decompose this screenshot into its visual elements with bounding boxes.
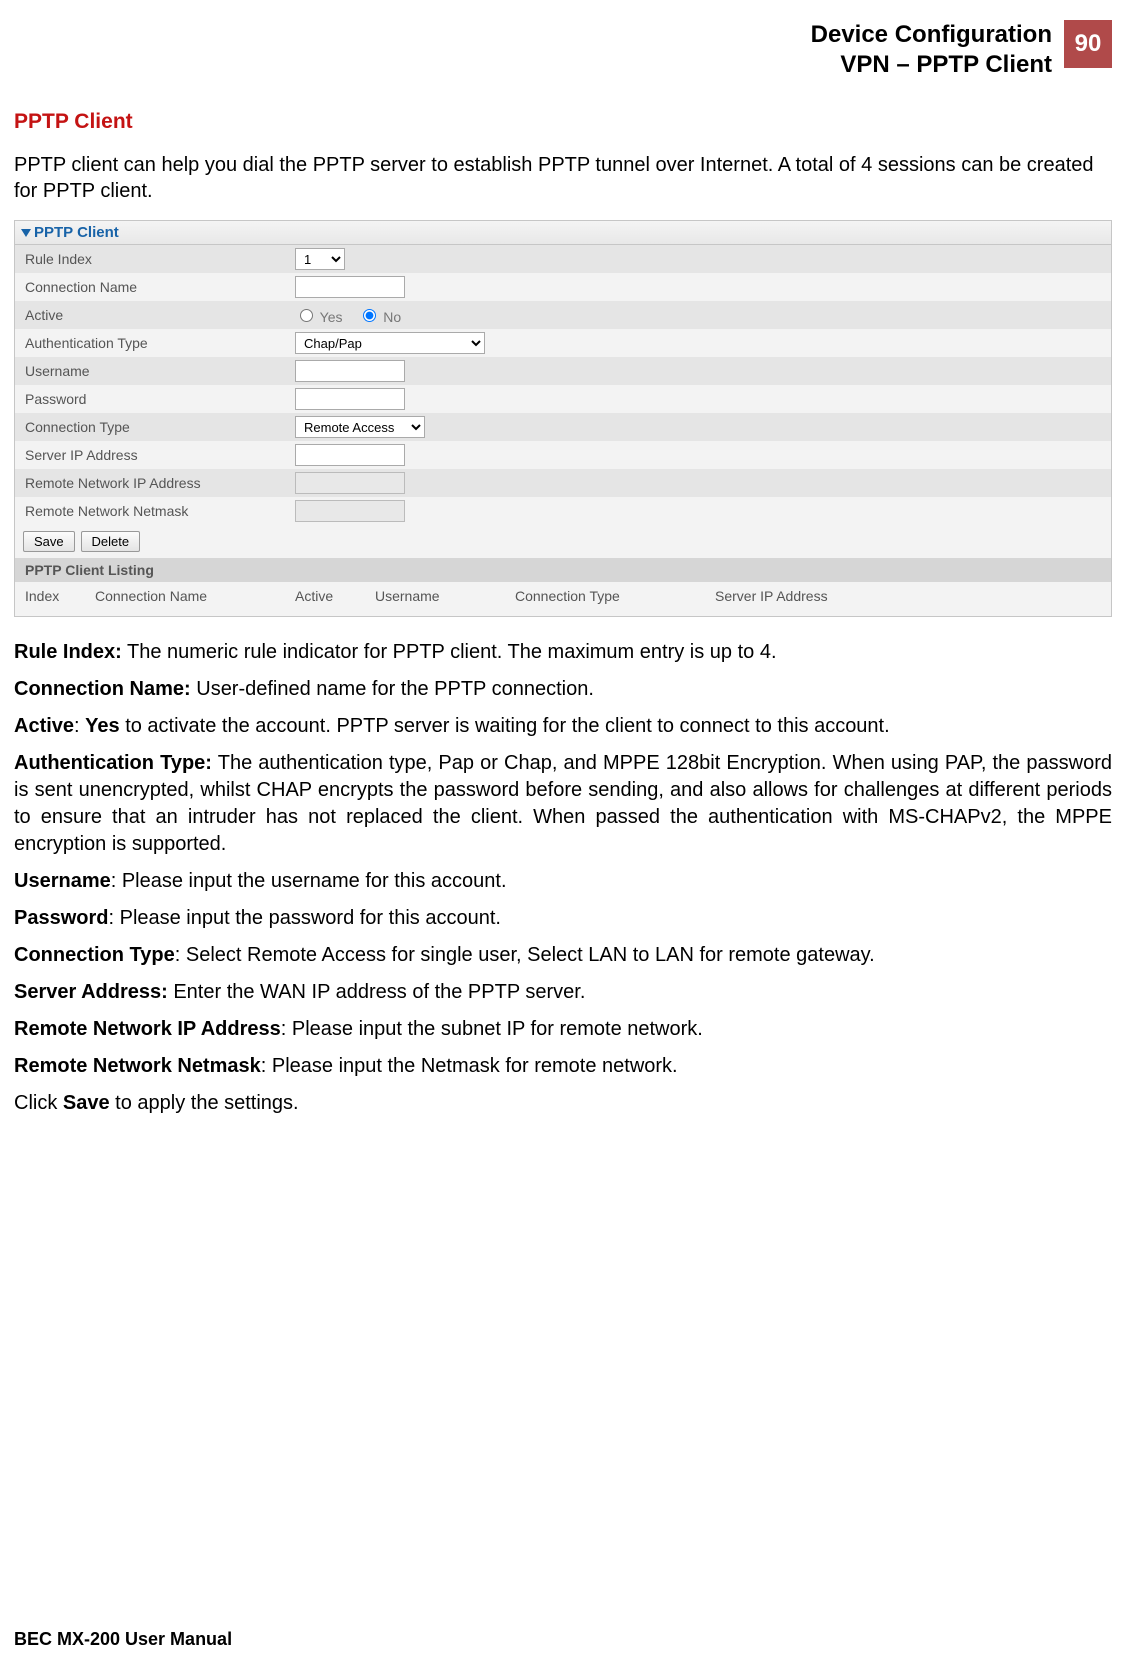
def-rule-index-label: Rule Index: <box>14 641 122 663</box>
row-remote-ip: Remote Network IP Address <box>15 469 1111 497</box>
active-yes-label: Yes <box>320 309 343 325</box>
delete-button[interactable]: Delete <box>81 531 141 552</box>
row-username: Username <box>15 357 1111 385</box>
button-row: Save Delete <box>15 525 1111 558</box>
col-server-ip: Server IP Address <box>715 588 1101 604</box>
active-no-radio[interactable] <box>363 309 376 322</box>
col-conn-name: Connection Name <box>95 588 295 604</box>
def-active-yes: Yes <box>85 715 119 737</box>
def-save-pre: Click <box>14 1092 63 1114</box>
def-pass-text: : Please input the password for this acc… <box>108 907 500 929</box>
label-rule-index: Rule Index <box>25 251 295 267</box>
connection-type-select[interactable]: Remote Access <box>295 416 425 438</box>
listing-columns: Index Connection Name Active Username Co… <box>15 582 1111 616</box>
username-input[interactable] <box>295 360 405 382</box>
def-conn-name-text: User-defined name for the PPTP connectio… <box>191 678 594 700</box>
def-save-b: Save <box>63 1092 110 1114</box>
row-active: Active Yes No <box>15 301 1111 329</box>
def-srv-label: Server Address: <box>14 981 168 1003</box>
def-conn-name-label: Connection Name: <box>14 678 191 700</box>
chevron-down-icon <box>21 229 31 237</box>
label-remote-ip: Remote Network IP Address <box>25 475 295 491</box>
panel-title-bar[interactable]: PPTP Client <box>15 221 1111 245</box>
active-no-label: No <box>383 309 401 325</box>
password-input[interactable] <box>295 388 405 410</box>
def-rmask-label: Remote Network Netmask <box>14 1055 261 1077</box>
col-active: Active <box>295 588 375 604</box>
def-active-label: Active <box>14 715 74 737</box>
def-rip-label: Remote Network IP Address <box>14 1018 281 1040</box>
def-ctype-text: : Select Remote Access for single user, … <box>175 944 875 966</box>
def-user-text: : Please input the username for this acc… <box>111 870 507 892</box>
label-server-ip: Server IP Address <box>25 447 295 463</box>
row-password: Password <box>15 385 1111 413</box>
col-username: Username <box>375 588 515 604</box>
listing-title: PPTP Client Listing <box>15 558 1111 582</box>
intro-text: PPTP client can help you dial the PPTP s… <box>14 152 1112 204</box>
def-ctype-label: Connection Type <box>14 944 175 966</box>
label-auth-type: Authentication Type <box>25 335 295 351</box>
def-rmask-text: : Please input the Netmask for remote ne… <box>261 1055 678 1077</box>
label-remote-mask: Remote Network Netmask <box>25 503 295 519</box>
header-line2: VPN – PPTP Client <box>811 50 1052 80</box>
panel-title: PPTP Client <box>34 224 119 241</box>
def-auth-label: Authentication Type: <box>14 752 212 774</box>
def-rip-text: : Please input the subnet IP for remote … <box>281 1018 703 1040</box>
def-rule-index-text: The numeric rule indicator for PPTP clie… <box>122 641 777 663</box>
col-conn-type: Connection Type <box>515 588 715 604</box>
def-save-post: to apply the settings. <box>110 1092 299 1114</box>
header-line1: Device Configuration <box>811 20 1052 50</box>
connection-name-input[interactable] <box>295 276 405 298</box>
remote-ip-input[interactable] <box>295 472 405 494</box>
def-srv-text: Enter the WAN IP address of the PPTP ser… <box>168 981 586 1003</box>
footer-text: BEC MX-200 User Manual <box>14 1629 232 1650</box>
row-server-ip: Server IP Address <box>15 441 1111 469</box>
row-rule-index: Rule Index 1 <box>15 245 1111 273</box>
section-title: PPTP Client <box>14 110 1112 134</box>
save-button[interactable]: Save <box>23 531 75 552</box>
page-header: Device Configuration VPN – PPTP Client 9… <box>14 20 1112 80</box>
label-password: Password <box>25 391 295 407</box>
def-pass-label: Password <box>14 907 108 929</box>
rule-index-select[interactable]: 1 <box>295 248 345 270</box>
definitions-block: Rule Index: The numeric rule indicator f… <box>14 639 1112 1117</box>
def-active-text: to activate the account. PPTP server is … <box>120 715 890 737</box>
col-index: Index <box>25 588 95 604</box>
def-user-label: Username <box>14 870 111 892</box>
label-connection-name: Connection Name <box>25 279 295 295</box>
remote-mask-input[interactable] <box>295 500 405 522</box>
active-yes-radio[interactable] <box>300 309 313 322</box>
auth-type-select[interactable]: Chap/Pap <box>295 332 485 354</box>
def-active-sep: : <box>74 715 85 737</box>
label-username: Username <box>25 363 295 379</box>
label-active: Active <box>25 307 295 323</box>
page-number: 90 <box>1064 20 1112 68</box>
row-connection-type: Connection Type Remote Access <box>15 413 1111 441</box>
row-remote-mask: Remote Network Netmask <box>15 497 1111 525</box>
pptp-client-panel: PPTP Client Rule Index 1 Connection Name… <box>14 220 1112 617</box>
row-auth-type: Authentication Type Chap/Pap <box>15 329 1111 357</box>
label-connection-type: Connection Type <box>25 419 295 435</box>
server-ip-input[interactable] <box>295 444 405 466</box>
row-connection-name: Connection Name <box>15 273 1111 301</box>
